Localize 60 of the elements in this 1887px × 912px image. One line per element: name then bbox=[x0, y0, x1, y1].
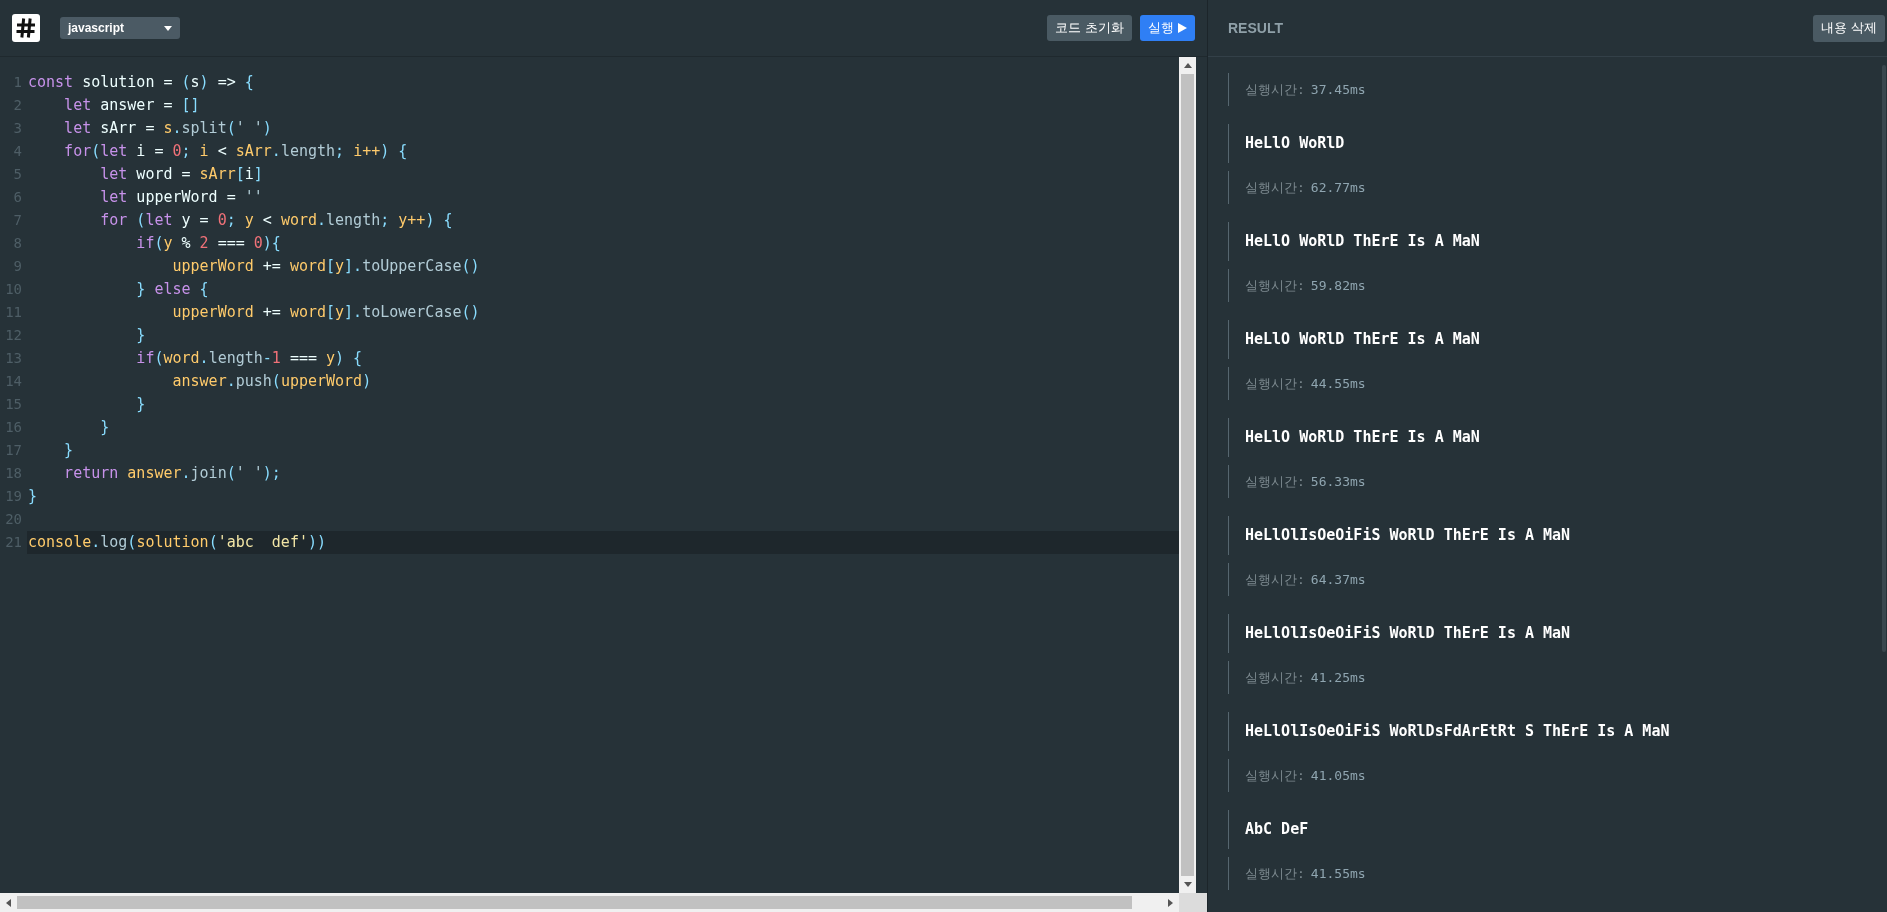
execution-time-value: 37.45ms bbox=[1310, 80, 1366, 99]
output-text: HeLlO WoRlD ThErE Is A MaN bbox=[1245, 329, 1480, 351]
output-text: HeLlO WoRlD ThErE Is A MaN bbox=[1245, 427, 1480, 449]
clear-button[interactable]: 내용 삭제 bbox=[1813, 14, 1885, 42]
code-line: let upperWord = '' bbox=[99, 187, 264, 208]
scrollbar-corner bbox=[1179, 893, 1207, 912]
execution-time-value: 59.82ms bbox=[1310, 276, 1366, 295]
execution-time-label: 실행시간: bbox=[1245, 668, 1305, 687]
output-text: HeLlO WoRlD ThErE Is A MaN bbox=[1245, 231, 1480, 253]
execution-time-label: 실행시간: bbox=[1245, 276, 1305, 295]
code-line: if(y % 2 === 0){ bbox=[135, 233, 282, 254]
vertical-scrollbar[interactable] bbox=[1179, 57, 1196, 893]
scroll-up-icon[interactable] bbox=[1183, 63, 1192, 68]
play-icon bbox=[1178, 23, 1187, 33]
code-line: let sArr = s.split(' ') bbox=[63, 118, 273, 139]
caret-icon bbox=[164, 25, 172, 31]
code-line: } bbox=[135, 394, 147, 415]
output-text: HeLlO WoRlD bbox=[1245, 133, 1345, 155]
execution-time-label: 실행시간: bbox=[1245, 374, 1305, 393]
run-button[interactable]: 실행 bbox=[1140, 15, 1195, 41]
execution-time-value: 44.55ms bbox=[1310, 374, 1366, 393]
code-line: } bbox=[27, 486, 39, 507]
code-line: } bbox=[135, 325, 147, 346]
horizontal-scrollbar[interactable] bbox=[0, 893, 1179, 912]
execution-time-label: 실행시간: bbox=[1245, 80, 1305, 99]
scroll-down-icon[interactable] bbox=[1183, 882, 1192, 887]
output-text: HeLlOlIsOeOiFiS WoRlDsFdArEtRt S ThErE Is A MaN bbox=[1245, 721, 1670, 743]
code-line: if(word.length-1 === y) { bbox=[135, 348, 364, 369]
scroll-left-icon[interactable] bbox=[6, 898, 11, 907]
execution-time-label: 실행시간: bbox=[1245, 570, 1305, 589]
result-title: RESULT bbox=[1228, 18, 1283, 38]
execution-time-value: 56.33ms bbox=[1310, 472, 1366, 491]
logo-icon bbox=[12, 14, 40, 42]
code-line: } else { bbox=[135, 279, 210, 300]
code-line: upperWord += word[y].toUpperCase() bbox=[171, 256, 481, 277]
execution-time-value: 64.37ms bbox=[1310, 570, 1366, 589]
code-line: for(let i = 0; i < sArr.length; i++) { bbox=[63, 141, 409, 162]
code-line: const solution = (s) => { bbox=[27, 72, 255, 93]
output-text: HeLlOlIsOeOiFiS WoRlD ThErE Is A MaN bbox=[1245, 525, 1571, 547]
execution-time-value: 41.05ms bbox=[1310, 766, 1366, 785]
execution-time-label: 실행시간: bbox=[1245, 472, 1305, 491]
code-line: let word = sArr[i] bbox=[99, 164, 264, 185]
code-line: answer.push(upperWord) bbox=[171, 371, 373, 392]
output-text: HeLlOlIsOeOiFiS WoRlD ThErE Is A MaN bbox=[1245, 623, 1571, 645]
code-line: for (let y = 0; y < word.length; y++) { bbox=[99, 210, 454, 231]
code-line: upperWord += word[y].toLowerCase() bbox=[171, 302, 481, 323]
scroll-right-icon[interactable] bbox=[1168, 898, 1173, 907]
code-line: } bbox=[63, 440, 75, 461]
execution-time-label: 실행시간: bbox=[1245, 766, 1305, 785]
reset-button[interactable]: 코드 초기화 bbox=[1047, 15, 1132, 41]
execution-time-value: 62.77ms bbox=[1310, 178, 1366, 197]
code-line: } bbox=[99, 417, 111, 438]
execution-time-value: 41.25ms bbox=[1310, 668, 1366, 687]
code-line: let answer = [] bbox=[63, 95, 201, 116]
execution-time-label: 실행시간: bbox=[1245, 864, 1305, 883]
execution-time-label: 실행시간: bbox=[1245, 178, 1305, 197]
code-line: return answer.join(' '); bbox=[63, 463, 282, 484]
language-select[interactable]: javascript bbox=[60, 17, 180, 39]
execution-time-value: 41.55ms bbox=[1310, 864, 1366, 883]
output-text: AbC DeF bbox=[1245, 819, 1309, 841]
